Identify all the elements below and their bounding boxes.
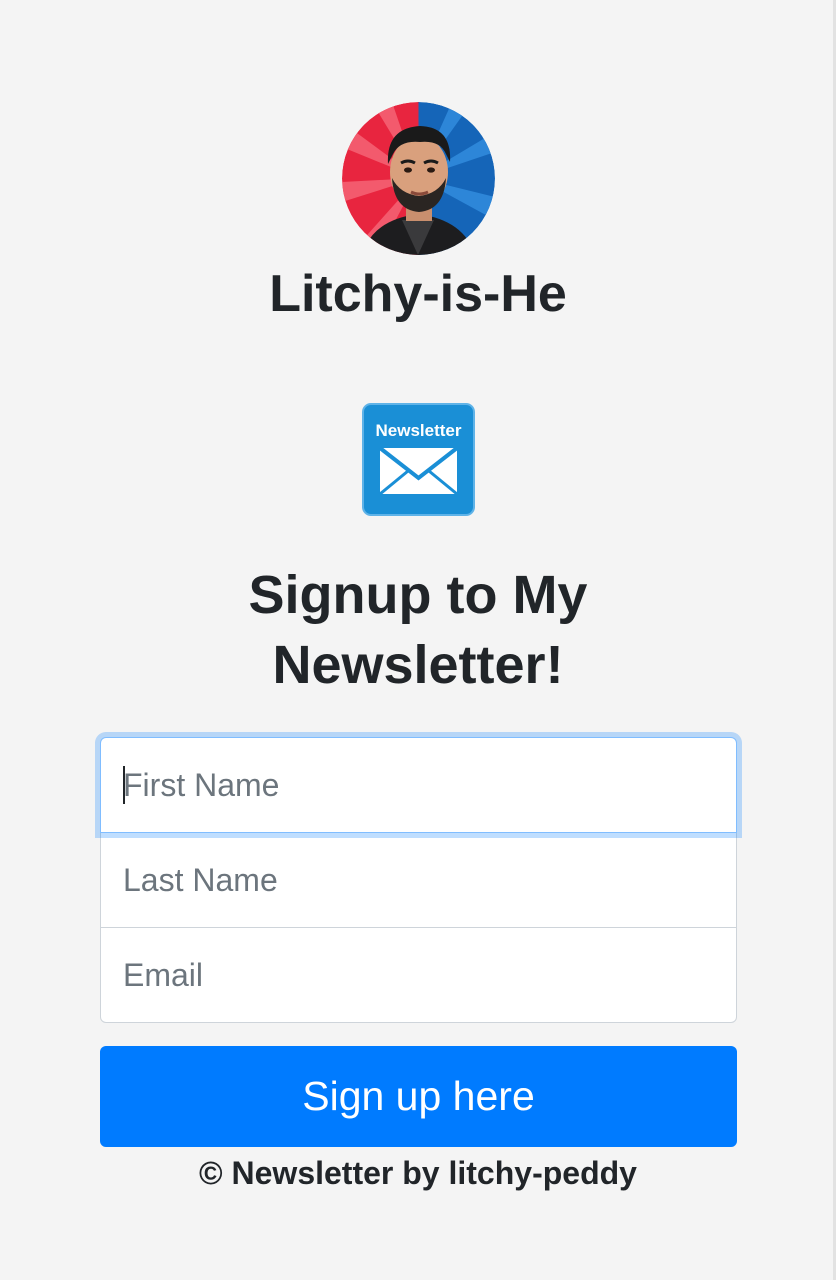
page-title-line-2: Newsletter! (272, 635, 564, 695)
text-cursor (123, 766, 125, 804)
email-input[interactable] (100, 927, 737, 1023)
footer-credit: © Newsletter by litchy-peddy (199, 1155, 637, 1191)
newsletter-logo: Newsletter (362, 403, 475, 516)
last-name-input[interactable] (100, 832, 737, 928)
newsletter-logo-label: Newsletter (376, 421, 462, 440)
site-name: Litchy-is-He (269, 265, 567, 323)
sign-up-button[interactable]: Sign up here (100, 1046, 737, 1147)
signup-form (100, 737, 737, 1024)
avatar-portrait-icon (342, 102, 495, 255)
avatar (342, 102, 495, 255)
page-title-line-1: Signup to My (248, 565, 588, 625)
first-name-input[interactable] (100, 737, 737, 833)
envelope-icon: Newsletter (362, 403, 475, 516)
page-title: Signup to My Newsletter! (0, 560, 836, 700)
